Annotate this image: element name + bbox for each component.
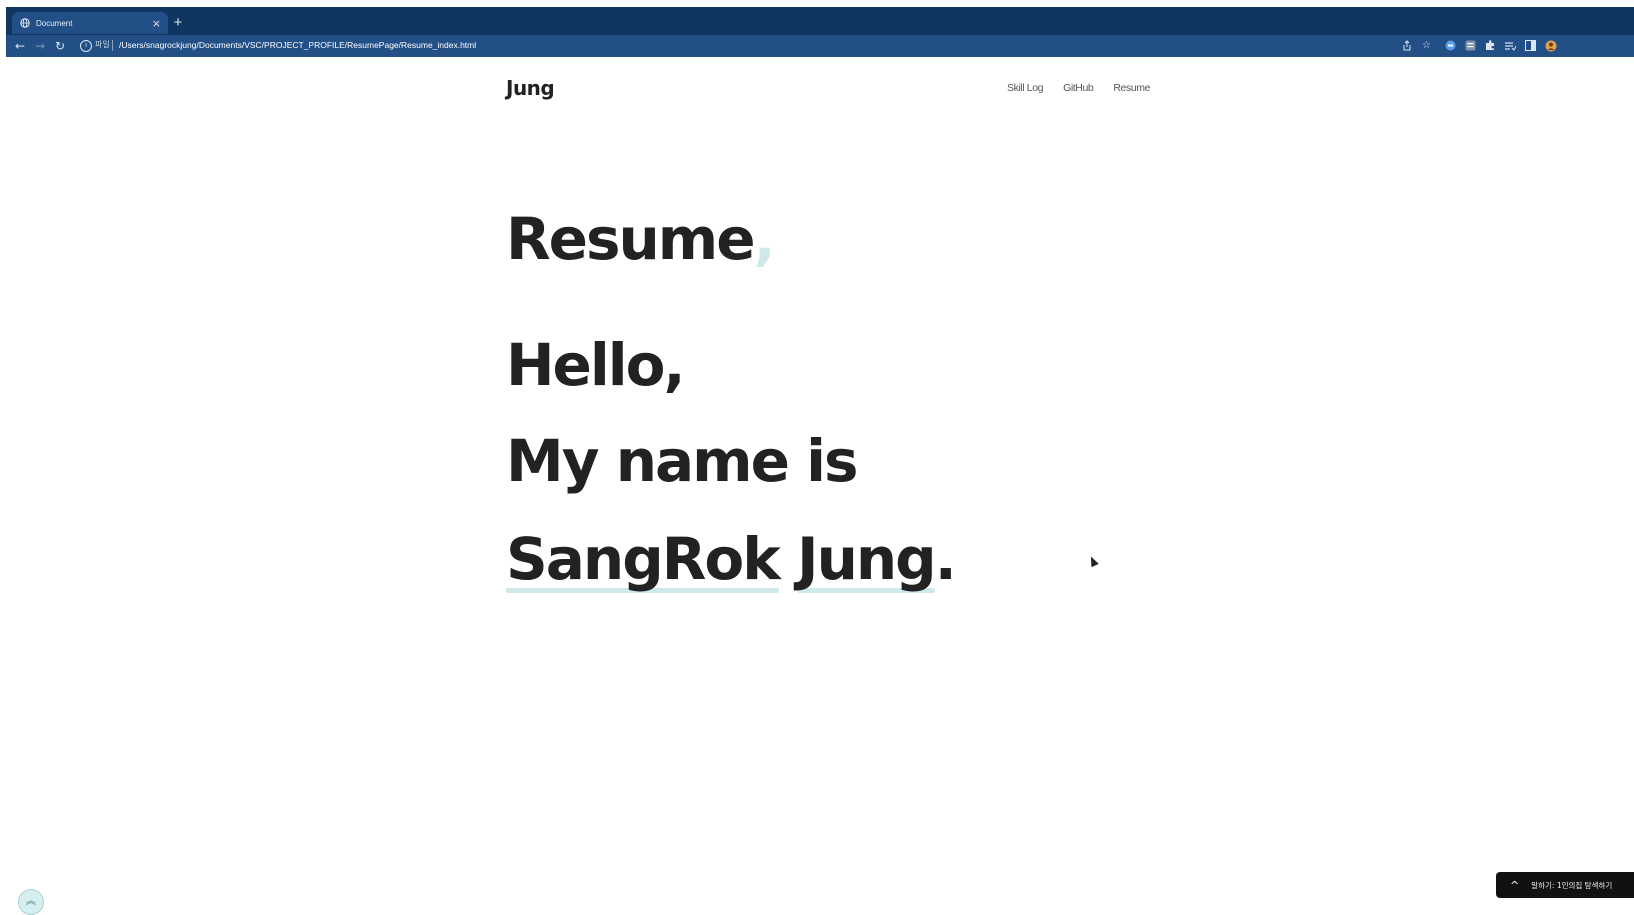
site-nav: Skill Log GitHub Resume [1007, 82, 1150, 94]
screen-reader-toast[interactable]: ^ 말하기: 1인의집 탐색하기 [1496, 872, 1634, 898]
double-chevron-up-icon: ︽ [26, 896, 36, 907]
side-panel-icon[interactable] [1524, 39, 1537, 52]
mouse-cursor-icon [1087, 554, 1099, 568]
info-icon[interactable]: i [80, 40, 92, 52]
browser-chrome: Document × + ← → ↻ i 파일 /Users/snagrockj… [6, 7, 1634, 57]
extension-icon-1[interactable] [1444, 39, 1457, 52]
scheme-label: 파일 [95, 40, 110, 49]
forward-arrow-icon[interactable]: → [32, 38, 48, 54]
greeting-line-1: Hello, [506, 331, 686, 399]
site-logo[interactable]: Jung [506, 76, 555, 100]
nav-skill-log[interactable]: Skill Log [1007, 82, 1043, 94]
profile-avatar-icon[interactable] [1544, 39, 1557, 52]
address-separator [112, 40, 113, 51]
page-title: Resume, [506, 210, 776, 268]
toast-text: 말하기: 1인의집 탐색하기 [1531, 880, 1613, 890]
name-space [779, 525, 797, 593]
browser-toolbar: ← → ↻ i 파일 /Users/snagrockjung/Documents… [6, 35, 1634, 57]
name-period: . [934, 525, 957, 593]
greeting-name-line: SangRok Jung. [506, 530, 957, 588]
nav-github[interactable]: GitHub [1063, 82, 1094, 94]
globe-icon [20, 18, 30, 28]
address-bar[interactable]: /Users/snagrockjung/Documents/VSC/PROJEC… [119, 40, 476, 50]
new-tab-button[interactable]: + [170, 15, 186, 31]
reading-list-icon[interactable] [1504, 39, 1517, 52]
close-tab-icon[interactable]: × [152, 18, 161, 29]
page-title-text: Resume [506, 205, 756, 273]
puzzle-icon[interactable] [1484, 39, 1497, 52]
extension-icon-2[interactable] [1464, 39, 1477, 52]
chevron-up-icon: ^ [1510, 878, 1520, 892]
greeting-line-2: My name is [506, 427, 859, 495]
name-first-highlight: SangRok [506, 525, 781, 593]
title-accent-comma: , [753, 205, 776, 273]
nav-resume[interactable]: Resume [1113, 82, 1150, 94]
tab-title: Document [36, 18, 73, 28]
reload-icon[interactable]: ↻ [52, 38, 68, 54]
star-icon[interactable]: ☆ [1420, 39, 1433, 52]
name-last-highlight: Jung [797, 525, 937, 593]
share-icon[interactable] [1400, 39, 1413, 52]
back-arrow-icon[interactable]: ← [12, 38, 28, 54]
scroll-to-top-button[interactable]: ︽ [18, 889, 44, 915]
browser-tab[interactable]: Document × [12, 12, 168, 34]
